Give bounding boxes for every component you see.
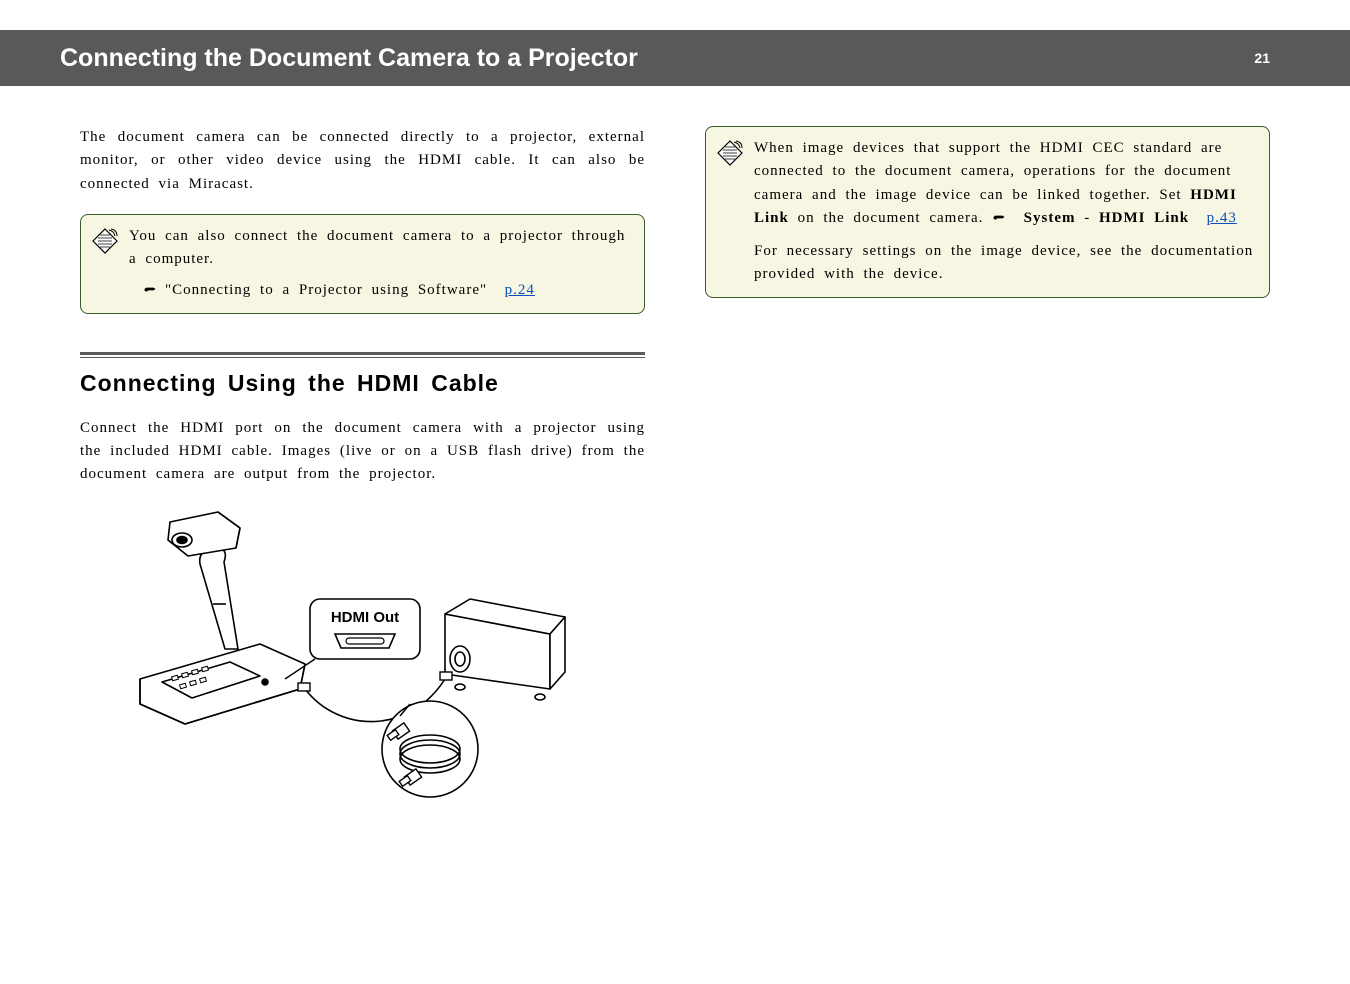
page-link-43[interactable]: p.43 [1207,210,1237,226]
link-label: "Connecting to a Projector using Softwar… [165,282,487,298]
diagram-label: HDMI Out [331,609,399,626]
right-column: When image devices that support the HDMI… [705,126,1270,809]
note-box-hdmi-cec: When image devices that support the HDMI… [705,126,1270,298]
page-title: Connecting the Document Camera to a Proj… [60,44,638,73]
note-text: You can also connect the document camera… [129,225,630,303]
text-run: on the document camera. [789,210,992,226]
note-link-text: "Connecting to a Projector using Softwar… [165,279,535,302]
note-paragraph: You can also connect the document camera… [129,225,630,272]
page-header: Connecting the Document Camera to a Proj… [0,30,1350,86]
note-icon [91,225,119,303]
note-paragraph-2: For necessary settings on the image devi… [754,240,1255,287]
section-paragraph: Connect the HDMI port on the document ca… [80,417,645,487]
note-icon [716,137,744,287]
content-columns: The document camera can be connected dir… [0,86,1350,809]
intro-paragraph: The document camera can be connected dir… [80,126,645,196]
note-text: When image devices that support the HDMI… [754,137,1255,287]
note-link-line: "Connecting to a Projector using Softwar… [129,279,630,302]
note-paragraph-1: When image devices that support the HDMI… [754,137,1255,230]
hand-pointer-icon [992,210,1006,226]
hand-pointer-icon [143,279,157,302]
section-heading: Connecting Using the HDMI Cable [80,370,645,397]
text-run: - [1075,210,1099,226]
text-run: When image devices that support the HDMI… [754,140,1231,203]
section-divider [80,352,645,358]
note-box-software: You can also connect the document camera… [80,214,645,314]
page-link-24[interactable]: p.24 [505,282,535,298]
page-number: 21 [1254,50,1270,66]
bold-hdmi-link-menu: HDMI Link [1099,210,1189,226]
connection-diagram: HDMI Out [110,504,645,809]
left-column: The document camera can be connected dir… [80,126,645,809]
bold-system: System [1024,210,1076,226]
